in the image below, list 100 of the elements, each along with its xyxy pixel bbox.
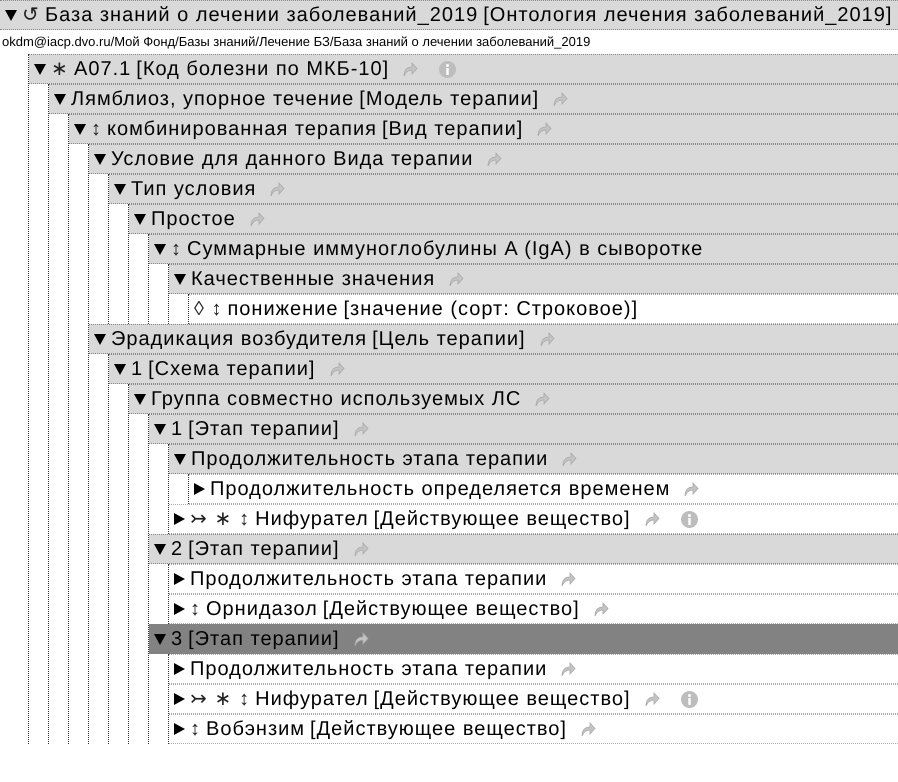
- tree-row[interactable]: ◊ ↕ понижение [значение (сорт: Строковое)]: [189, 294, 898, 324]
- collapsed-triangle-icon[interactable]: [194, 483, 205, 495]
- expanded-triangle-icon[interactable]: [134, 394, 146, 404]
- curved-arrow-icon[interactable]: [644, 691, 660, 707]
- node-markers: ↣ ∗ ↕: [190, 687, 250, 712]
- expanded-triangle-icon[interactable]: [134, 214, 146, 224]
- collapsed-triangle-icon[interactable]: [174, 663, 185, 675]
- curved-arrow-icon[interactable]: [486, 151, 502, 167]
- collapsed-triangle-icon[interactable]: [174, 723, 185, 735]
- curved-arrow-icon[interactable]: [560, 571, 576, 587]
- expanded-triangle-icon[interactable]: [154, 424, 166, 434]
- node-label: Группа совместно используемых ЛС: [151, 387, 522, 412]
- node-label: Продолжительность этапа терапии: [190, 657, 548, 682]
- curved-arrow-icon[interactable]: [560, 661, 576, 677]
- tree-row[interactable]: Качественные значения: [169, 264, 898, 294]
- tree-row[interactable]: 1 [Этап терапии]: [149, 414, 898, 444]
- node-label: Условие для данного Вида терапии: [111, 147, 474, 172]
- tree-row[interactable]: ∗ A07.1 [Код болезни по МКБ-10]: [29, 54, 898, 84]
- curved-arrow-icon[interactable]: [536, 121, 552, 137]
- expanded-triangle-icon[interactable]: [154, 544, 166, 554]
- node-label: Нифурател: [255, 687, 369, 712]
- curved-arrow-icon[interactable]: [448, 271, 464, 287]
- curved-arrow-icon[interactable]: [402, 61, 418, 77]
- tree-row[interactable]: Группа совместно используемых ЛС: [129, 384, 898, 414]
- curved-arrow-icon[interactable]: [352, 421, 369, 437]
- tree-row[interactable]: ↕ Суммарные иммуноглобулины A (IgA) в сыворотке: [149, 234, 898, 264]
- breadcrumb-path: okdm@iacp.dvo.ru/Мой Фонд/Базы знаний/Лечение БЗ/База знаний о лечении заболеваний_2019: [1, 33, 592, 51]
- tree-row[interactable]: Продолжительность этапа терапии: [169, 564, 898, 594]
- tree-row[interactable]: Тип условия: [109, 174, 898, 204]
- node-type: [Этап терапии]: [188, 417, 340, 442]
- node-markers: ↺: [22, 3, 40, 28]
- node-type: [Действующее вещество]: [374, 687, 631, 712]
- curved-arrow-icon[interactable]: [561, 451, 578, 467]
- curved-arrow-icon[interactable]: [683, 481, 700, 497]
- node-type: [Действующее вещество]: [310, 717, 567, 742]
- node-markers: ↣ ∗ ↕: [190, 507, 250, 532]
- node-type: [Этап терапии]: [188, 627, 340, 652]
- tree-row[interactable]: ↕ Вобэнзим [Действующее вещество]: [169, 714, 898, 744]
- tree-row[interactable]: 2 [Этап терапии]: [149, 534, 898, 564]
- node-label: A07.1: [74, 57, 132, 82]
- expanded-triangle-icon[interactable]: [94, 154, 106, 164]
- tree-row[interactable]: ↣ ∗ ↕ Нифурател [Действующее вещество]: [169, 684, 898, 714]
- info-icon[interactable]: [680, 510, 698, 528]
- node-markers: ↕: [190, 597, 201, 622]
- curved-arrow-icon[interactable]: [248, 211, 265, 227]
- expanded-triangle-icon[interactable]: [54, 94, 66, 104]
- collapsed-triangle-icon[interactable]: [174, 513, 185, 525]
- expanded-triangle-icon[interactable]: [174, 454, 186, 464]
- collapsed-triangle-icon[interactable]: [174, 573, 185, 585]
- node-label: Качественные значения: [191, 267, 436, 292]
- collapsed-triangle-icon[interactable]: [174, 603, 185, 615]
- node-label: Простое: [151, 207, 236, 232]
- tree-row[interactable]: Продолжительность определяется временем: [189, 474, 898, 504]
- node-markers: ↕: [171, 237, 182, 262]
- node-label: Орнидазол: [206, 597, 318, 622]
- tree-row[interactable]: ↕ Орнидазол [Действующее вещество]: [169, 594, 898, 624]
- tree-row[interactable]: Лямблиоз, упорное течение [Модель терапии]: [49, 84, 898, 114]
- node-markers: ↕: [190, 717, 201, 742]
- expanded-triangle-icon[interactable]: [34, 64, 46, 74]
- expanded-triangle-icon[interactable]: [114, 184, 126, 194]
- node-label: Вобэнзим: [206, 717, 306, 742]
- expanded-triangle-icon[interactable]: [74, 124, 86, 134]
- curved-arrow-icon[interactable]: [552, 91, 568, 107]
- curved-arrow-icon[interactable]: [538, 331, 555, 347]
- tree-row[interactable]: Эрадикация возбудителя [Цель терапии]: [89, 324, 898, 354]
- info-icon[interactable]: [439, 60, 456, 78]
- node-label: Продолжительность определяется временем: [210, 477, 670, 502]
- tree-row[interactable]: ↺ База знаний о лечении заболеваний_2019 [Онтология лечения заболеваний_2019]: [0, 0, 898, 30]
- node-label: Продолжительность этапа терапии: [191, 447, 548, 472]
- tree-row[interactable]: ↕ комбинированная терапия [Вид терапии]: [69, 114, 898, 144]
- curved-arrow-icon[interactable]: [580, 721, 596, 737]
- curved-arrow-icon[interactable]: [644, 511, 660, 527]
- node-label: Продолжительность этапа терапии: [190, 567, 548, 592]
- info-icon[interactable]: [680, 690, 698, 708]
- tree-row[interactable]: Простое: [129, 204, 898, 234]
- expanded-triangle-icon[interactable]: [154, 244, 166, 254]
- tree-row[interactable]: Условие для данного Вида терапии: [89, 144, 898, 174]
- expanded-triangle-icon[interactable]: [174, 274, 186, 284]
- node-markers: ◊ ↕: [194, 297, 222, 322]
- tree-row[interactable]: Продолжительность этапа терапии: [169, 444, 898, 474]
- curved-arrow-icon[interactable]: [534, 391, 550, 407]
- node-label: Суммарные иммуноглобулины A (IgA) в сыворотке: [187, 237, 704, 262]
- node-type: [Вид терапии]: [382, 117, 524, 142]
- curved-arrow-icon[interactable]: [352, 631, 369, 647]
- curved-arrow-icon[interactable]: [328, 361, 344, 377]
- tree-row[interactable]: Продолжительность этапа терапии: [169, 654, 898, 684]
- expanded-triangle-icon[interactable]: [94, 334, 106, 344]
- expanded-triangle-icon[interactable]: [5, 10, 17, 20]
- curved-arrow-icon[interactable]: [352, 541, 369, 557]
- curved-arrow-icon[interactable]: [592, 601, 609, 617]
- curved-arrow-icon[interactable]: [269, 181, 286, 197]
- tree-row[interactable]: ↣ ∗ ↕ Нифурател [Действующее вещество]: [169, 504, 898, 534]
- collapsed-triangle-icon[interactable]: [174, 693, 185, 705]
- node-label: понижение: [227, 297, 338, 322]
- node-label: 1: [171, 417, 184, 442]
- expanded-triangle-icon[interactable]: [114, 364, 126, 374]
- tree-row[interactable]: 3 [Этап терапии]: [149, 624, 898, 654]
- tree-row[interactable]: 1 [Схема терапии]: [109, 354, 898, 384]
- node-type: [Этап терапии]: [188, 537, 340, 562]
- node-label: База знаний о лечении заболеваний_2019: [45, 3, 478, 28]
